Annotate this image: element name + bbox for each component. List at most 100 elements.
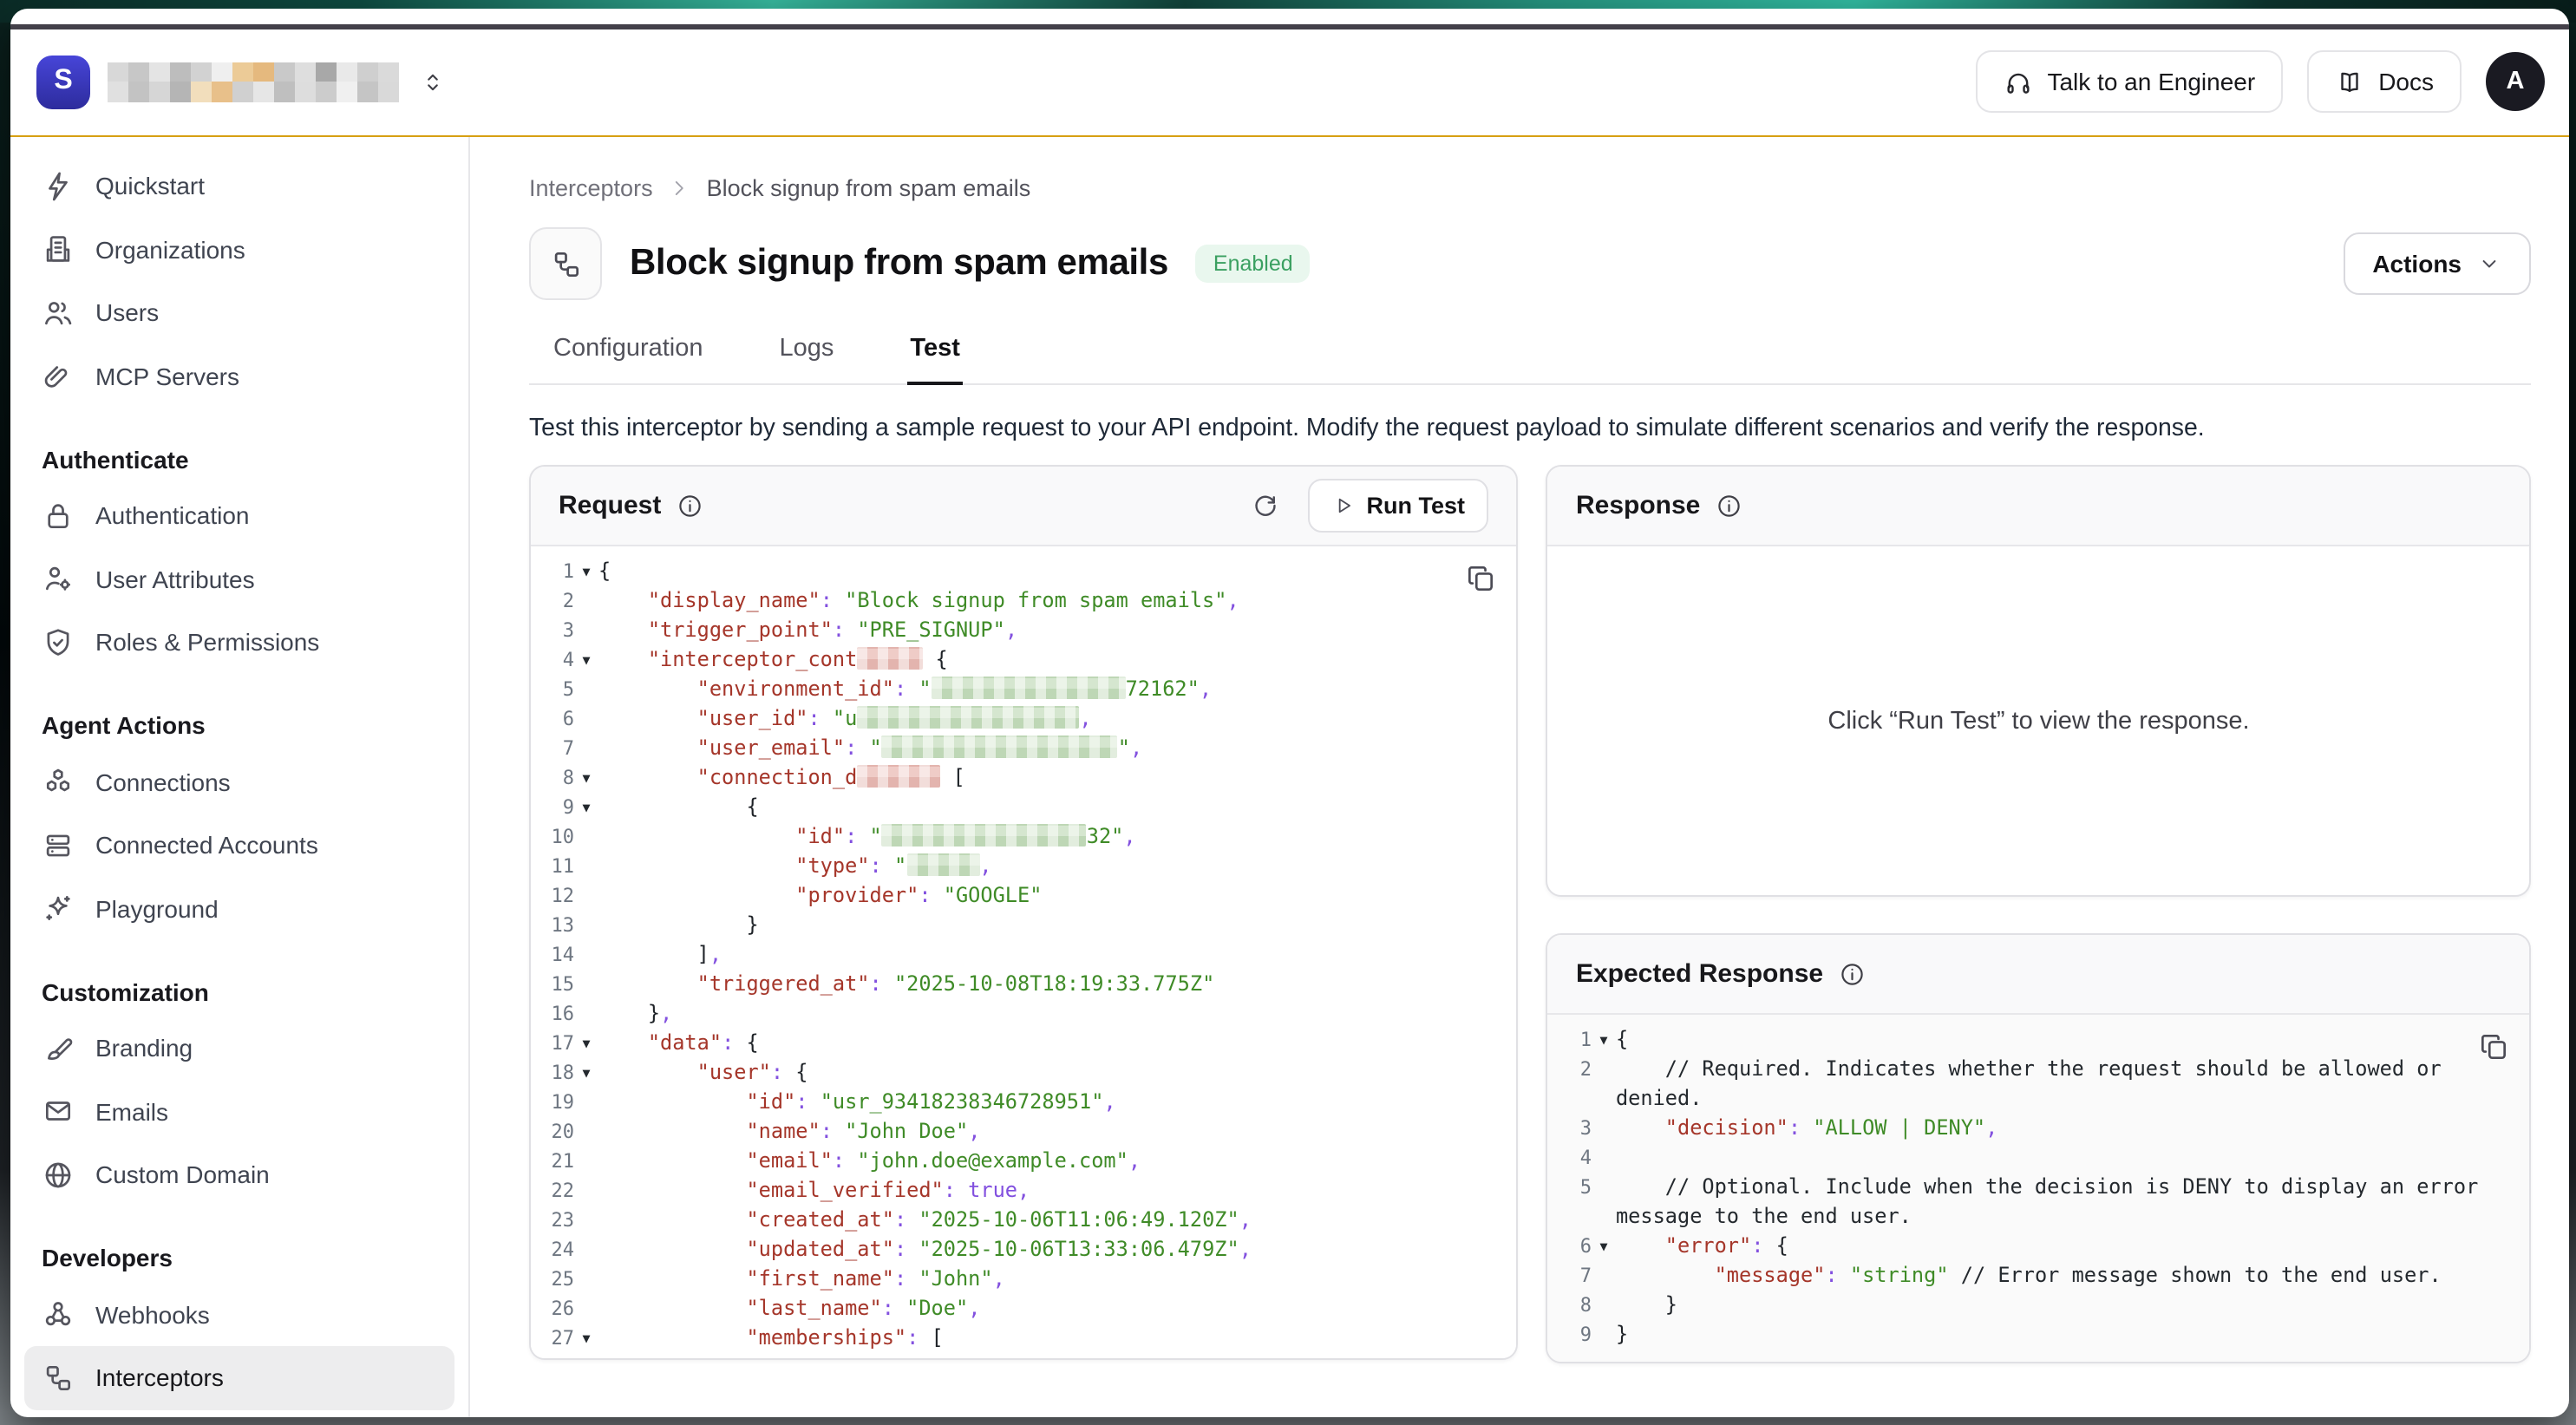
actions-button[interactable]: Actions xyxy=(2343,232,2531,295)
code-line: 14 ], xyxy=(531,940,1517,970)
code-text: "user": { xyxy=(598,1058,1517,1088)
sidebar-item-webhooks[interactable]: Webhooks xyxy=(24,1283,454,1346)
user-avatar[interactable]: A xyxy=(2486,52,2545,111)
fold-toggle-icon[interactable]: ▼ xyxy=(574,793,598,822)
desktop-background: S Talk to an Engineer Docs A QuickstartO… xyxy=(0,0,2576,1425)
expected-response-panel: Expected Response 1▼{2 // Required. Indi… xyxy=(1546,933,2531,1363)
sidebar-item-roles-permissions[interactable]: Roles & Permissions xyxy=(24,611,454,674)
fold-spacer xyxy=(574,852,598,881)
code-text: { xyxy=(598,793,1517,822)
actions-label: Actions xyxy=(2372,250,2462,278)
code-line: 16 }, xyxy=(531,999,1517,1029)
line-number: 3 xyxy=(1548,1114,1592,1143)
talk-to-engineer-label: Talk to an Engineer xyxy=(2047,68,2255,95)
fold-toggle-icon[interactable]: ▼ xyxy=(574,1058,598,1088)
run-test-label: Run Test xyxy=(1366,493,1465,519)
fold-toggle-icon[interactable]: ▼ xyxy=(1592,1232,1616,1261)
page-title-row: Block signup from spam emails Enabled Ac… xyxy=(529,227,2531,300)
user-gear-icon xyxy=(42,563,75,596)
code-text: "last_name": "Doe", xyxy=(598,1294,1517,1324)
fold-spacer xyxy=(1592,1055,1616,1084)
fold-spacer xyxy=(574,1265,598,1294)
request-panel-header: Request Run Test xyxy=(531,467,1517,546)
info-icon[interactable] xyxy=(1839,961,1866,988)
sidebar-item-organizations[interactable]: Organizations xyxy=(24,218,454,281)
talk-to-engineer-button[interactable]: Talk to an Engineer xyxy=(1976,50,2283,113)
line-number xyxy=(1548,1084,1592,1114)
tab-configuration[interactable]: Configuration xyxy=(550,335,707,385)
sidebar-item-custom-domain[interactable]: Custom Domain xyxy=(24,1143,454,1206)
fold-toggle-icon[interactable]: ▼ xyxy=(574,557,598,586)
code-line: 4 xyxy=(1548,1143,2529,1173)
fold-spacer xyxy=(574,1206,598,1235)
code-text: "data": { xyxy=(598,1029,1517,1058)
sidebar-item-connected-accounts[interactable]: Connected Accounts xyxy=(24,814,454,877)
sidebar-item-label: MCP Servers xyxy=(95,363,239,390)
sidebar-item-users[interactable]: Users xyxy=(24,281,454,344)
fold-toggle-icon[interactable]: ▼ xyxy=(1592,1025,1616,1055)
line-number: 18 xyxy=(531,1058,574,1088)
breadcrumb-current: Block signup from spam emails xyxy=(707,175,1031,201)
copy-expected-button[interactable] xyxy=(2477,1030,2510,1063)
run-test-button[interactable]: Run Test xyxy=(1307,479,1489,533)
request-code-editor[interactable]: 1▼{2 "display_name": "Block signup from … xyxy=(531,546,1517,1358)
fold-spacer xyxy=(1592,1173,1616,1202)
redacted-value xyxy=(932,677,1126,699)
code-line: 26 "last_name": "Doe", xyxy=(531,1294,1517,1324)
webhook-icon xyxy=(42,1298,75,1331)
code-text: }, xyxy=(598,999,1517,1029)
line-number: 7 xyxy=(531,734,574,763)
shield-check-icon xyxy=(42,626,75,659)
code-text: "id": "usr_93418238346728951", xyxy=(598,1088,1517,1117)
info-icon[interactable] xyxy=(1716,493,1742,520)
fold-spacer xyxy=(1592,1202,1616,1232)
line-number: 1 xyxy=(531,557,574,586)
line-number: 6 xyxy=(531,704,574,734)
app-header: S Talk to an Engineer Docs A xyxy=(10,29,2569,134)
fold-toggle-icon[interactable]: ▼ xyxy=(574,1029,598,1058)
docs-button[interactable]: Docs xyxy=(2307,50,2462,113)
copy-request-button[interactable] xyxy=(1465,562,1498,595)
sidebar-item-auth-logs[interactable]: Auth Logs xyxy=(24,1409,454,1416)
tab-logs[interactable]: Logs xyxy=(776,335,838,385)
code-line: 11 "type": ", xyxy=(531,852,1517,881)
brand-logo: S xyxy=(36,55,90,108)
org-selector[interactable]: S xyxy=(36,55,446,108)
sidebar-item-emails[interactable]: Emails xyxy=(24,1080,454,1143)
breadcrumb-root[interactable]: Interceptors xyxy=(529,175,653,201)
sidebar-item-interceptors[interactable]: Interceptors xyxy=(24,1346,454,1409)
code-line: 18▼ "user": { xyxy=(531,1058,1517,1088)
response-column: Response Click “Run Test” to view the re… xyxy=(1546,465,2531,1363)
sidebar-item-authentication[interactable]: Authentication xyxy=(24,484,454,547)
code-text: ], xyxy=(598,940,1517,970)
sidebar-item-quickstart[interactable]: Quickstart xyxy=(24,154,454,218)
code-line: 7 "user_email": "", xyxy=(531,734,1517,763)
line-number: 17 xyxy=(531,1029,574,1058)
lock-icon xyxy=(42,500,75,533)
info-icon[interactable] xyxy=(677,493,703,520)
fold-toggle-icon[interactable]: ▼ xyxy=(574,763,598,793)
sidebar-item-playground[interactable]: Playground xyxy=(24,877,454,940)
code-line: 6 "user_id": "u, xyxy=(531,704,1517,734)
sidebar-item-mcp-servers[interactable]: MCP Servers xyxy=(24,344,454,408)
reset-request-button[interactable] xyxy=(1246,487,1283,524)
code-line: 1▼{ xyxy=(1548,1025,2529,1055)
line-number: 22 xyxy=(531,1176,574,1206)
fold-toggle-icon[interactable]: ▼ xyxy=(574,645,598,675)
code-line: 2 "display_name": "Block signup from spa… xyxy=(531,586,1517,616)
chevrons-up-down-icon xyxy=(420,69,446,95)
tab-test[interactable]: Test xyxy=(906,335,964,385)
breadcrumb: Interceptors Block signup from spam emai… xyxy=(529,175,2531,201)
play-icon xyxy=(1331,494,1354,517)
sidebar-item-connections[interactable]: Connections xyxy=(24,750,454,814)
fold-spacer xyxy=(1592,1291,1616,1320)
sidebar-item-label: Interceptors xyxy=(95,1364,224,1392)
sidebar-item-branding[interactable]: Branding xyxy=(24,1016,454,1080)
sidebar-item-user-attributes[interactable]: User Attributes xyxy=(24,547,454,611)
response-panel-header: Response xyxy=(1548,467,2529,546)
line-number: 16 xyxy=(531,999,574,1029)
fold-toggle-icon[interactable]: ▼ xyxy=(574,1324,598,1353)
line-number: 9 xyxy=(531,793,574,822)
code-line: 19 "id": "usr_93418238346728951", xyxy=(531,1088,1517,1117)
line-number: 9 xyxy=(1548,1320,1592,1350)
